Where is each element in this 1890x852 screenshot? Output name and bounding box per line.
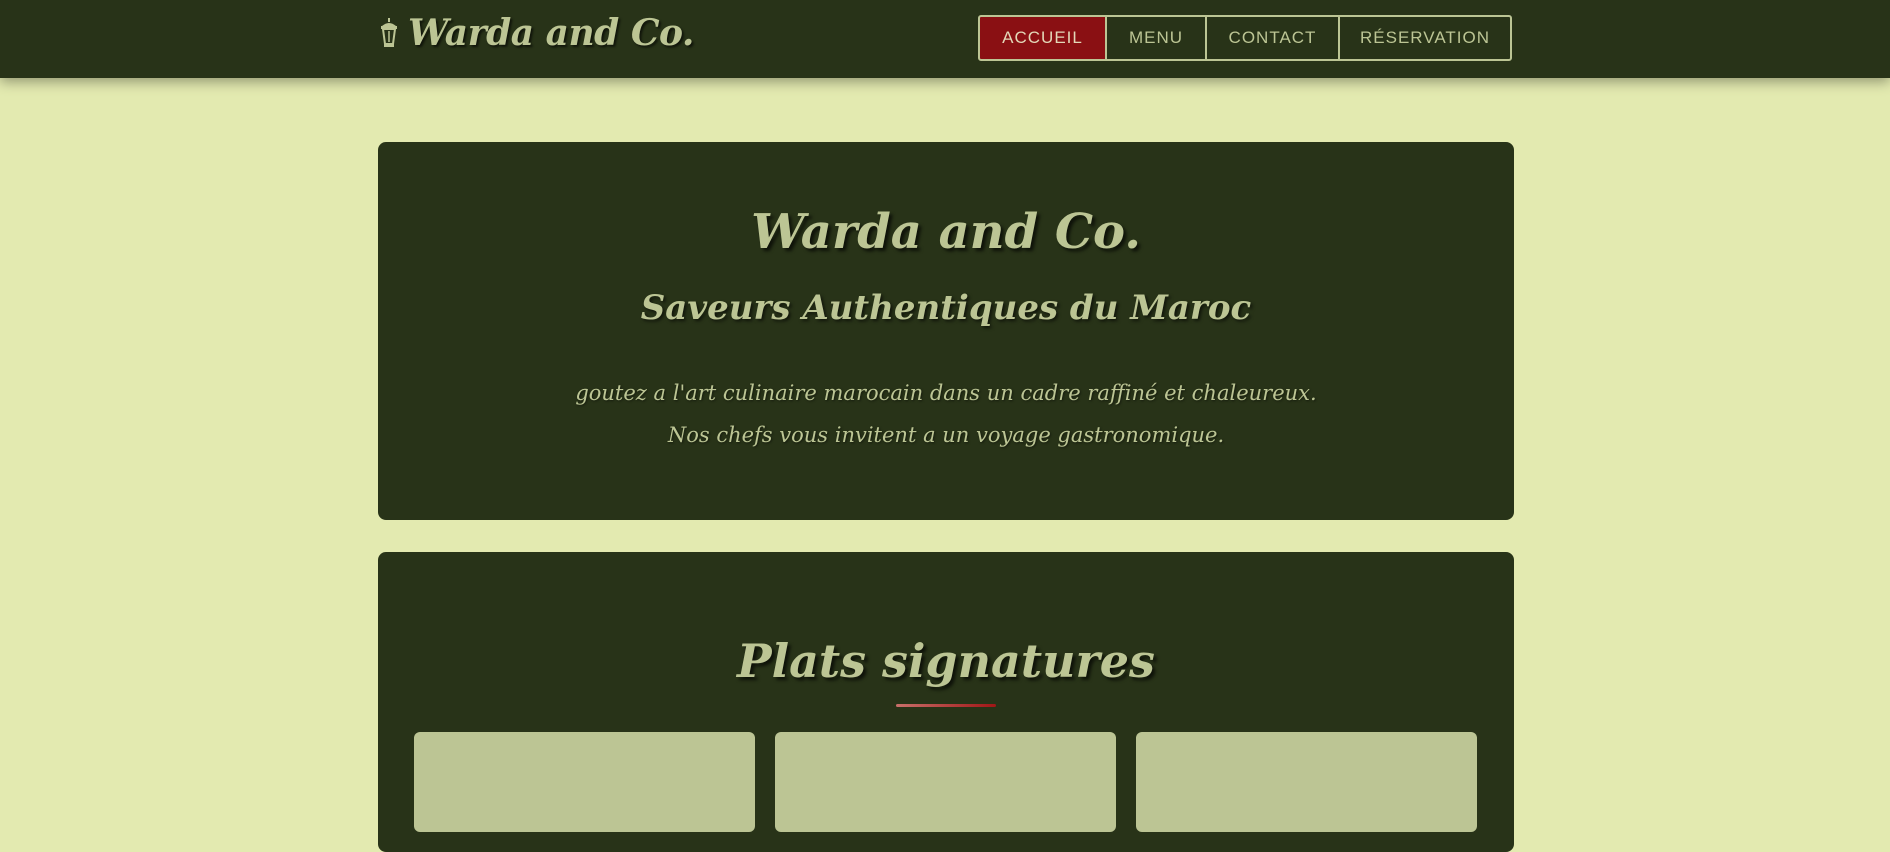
- main-nav: ACCUEIL MENU CONTACT RÉSERVATION: [978, 15, 1512, 61]
- hero-section: Warda and Co. Saveurs Authentiques du Ma…: [378, 142, 1514, 520]
- hero-title: Warda and Co.: [751, 204, 1141, 260]
- hero-line: goutez a l'art culinaire marocain dans u…: [575, 381, 1317, 405]
- dish-card[interactable]: [414, 732, 755, 832]
- section-title: Plats signatures: [737, 634, 1155, 688]
- brand-name: Warda and Co.: [408, 12, 694, 54]
- hero-line: Nos chefs vous invitent a un voyage gast…: [667, 423, 1225, 447]
- hero-subtitle: Saveurs Authentiques du Maroc: [640, 288, 1252, 328]
- signature-dishes-section: Plats signatures: [378, 552, 1514, 852]
- dish-card[interactable]: [775, 732, 1116, 832]
- dish-card[interactable]: [1136, 732, 1477, 832]
- brand-logo[interactable]: Warda and Co.: [378, 12, 694, 54]
- nav-reservation[interactable]: RÉSERVATION: [1338, 15, 1512, 61]
- lantern-icon: [381, 18, 397, 47]
- title-underline: [896, 704, 996, 707]
- nav-accueil[interactable]: ACCUEIL: [978, 15, 1107, 61]
- nav-menu[interactable]: MENU: [1105, 15, 1207, 61]
- hero-description: goutez a l'art culinaire marocain dans u…: [378, 372, 1514, 456]
- nav-contact[interactable]: CONTACT: [1205, 15, 1340, 61]
- top-navbar: Warda and Co. ACCUEIL MENU CONTACT RÉSER…: [0, 0, 1890, 78]
